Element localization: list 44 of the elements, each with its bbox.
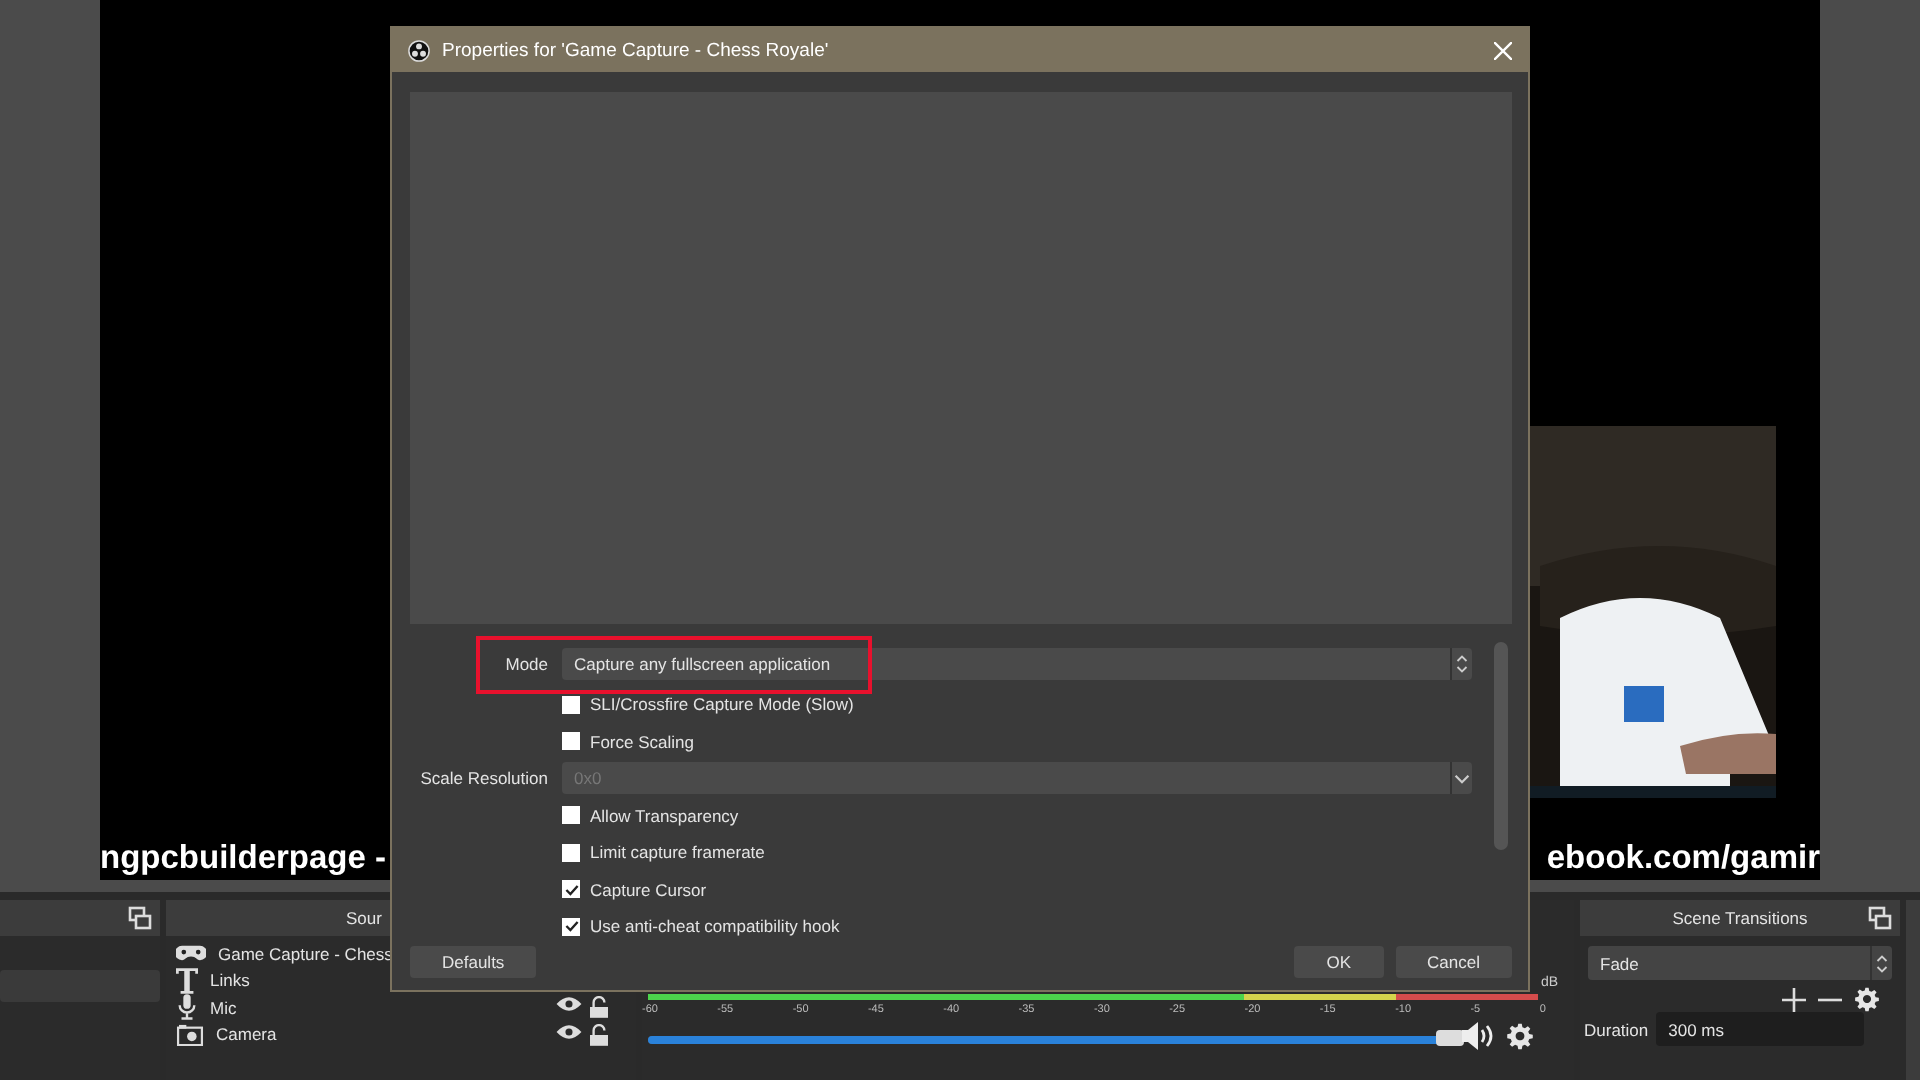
- checkbox-label: Allow Transparency: [590, 805, 739, 826]
- checkbox[interactable]: [562, 843, 580, 862]
- add-icon[interactable]: [1782, 987, 1806, 1011]
- checkbox[interactable]: [562, 917, 580, 936]
- field-label: Mode: [503, 654, 548, 675]
- checkbox-label: Use anti-cheat compatibility hook: [590, 916, 840, 937]
- app-logo-icon: [408, 39, 430, 61]
- microphone-icon: [176, 994, 198, 1021]
- settings-icon[interactable]: [1506, 1022, 1534, 1050]
- spinner-icon[interactable]: [1456, 654, 1468, 675]
- lock-icon[interactable]: [590, 996, 608, 1019]
- checkbox-label: Limit capture framerate: [590, 842, 765, 863]
- undock-icon[interactable]: [128, 906, 152, 930]
- undock-icon[interactable]: [1868, 906, 1892, 930]
- cancel-button[interactable]: Cancel: [1395, 946, 1512, 978]
- scrollbar[interactable]: [1494, 642, 1508, 850]
- checkbox[interactable]: [562, 806, 580, 825]
- speaker-icon[interactable]: [1462, 1022, 1494, 1050]
- checkbox[interactable]: [562, 695, 580, 714]
- source-item[interactable]: Mic: [210, 997, 544, 1018]
- camera-icon: [176, 1023, 204, 1046]
- checkbox[interactable]: [562, 880, 580, 899]
- settings-icon[interactable]: [1854, 986, 1880, 1012]
- window-title: Properties for 'Game Capture - Chess Royale': [442, 39, 831, 61]
- field-label: Scale Resolution: [418, 768, 548, 789]
- eye-icon[interactable]: [556, 996, 582, 1013]
- checkbox-label: Force Scaling: [590, 731, 694, 752]
- eye-icon[interactable]: [556, 1023, 582, 1040]
- source-item[interactable]: Camera: [216, 1024, 544, 1045]
- duration-label: Duration: [1584, 1019, 1649, 1039]
- defaults-button[interactable]: Defaults: [410, 946, 537, 978]
- checkbox-label: SLI/Crossfire Capture Mode (Slow): [590, 694, 854, 715]
- transition-select[interactable]: Fade: [1588, 946, 1892, 980]
- gamepad-icon: [176, 944, 206, 963]
- ok-button[interactable]: OK: [1294, 946, 1384, 978]
- lock-icon[interactable]: [590, 1023, 608, 1046]
- checkbox-label: Capture Cursor: [590, 879, 707, 900]
- spinner-icon[interactable]: [1876, 953, 1888, 973]
- text-icon: [176, 967, 198, 994]
- dock-title: Sour: [346, 908, 382, 928]
- dock-title: Scene Transitions: [1672, 908, 1808, 928]
- duration-field[interactable]: 300 ms: [1656, 1012, 1864, 1046]
- dropdown[interactable]: Capture any fullscreen application: [562, 648, 1472, 681]
- checkbox[interactable]: [562, 732, 580, 751]
